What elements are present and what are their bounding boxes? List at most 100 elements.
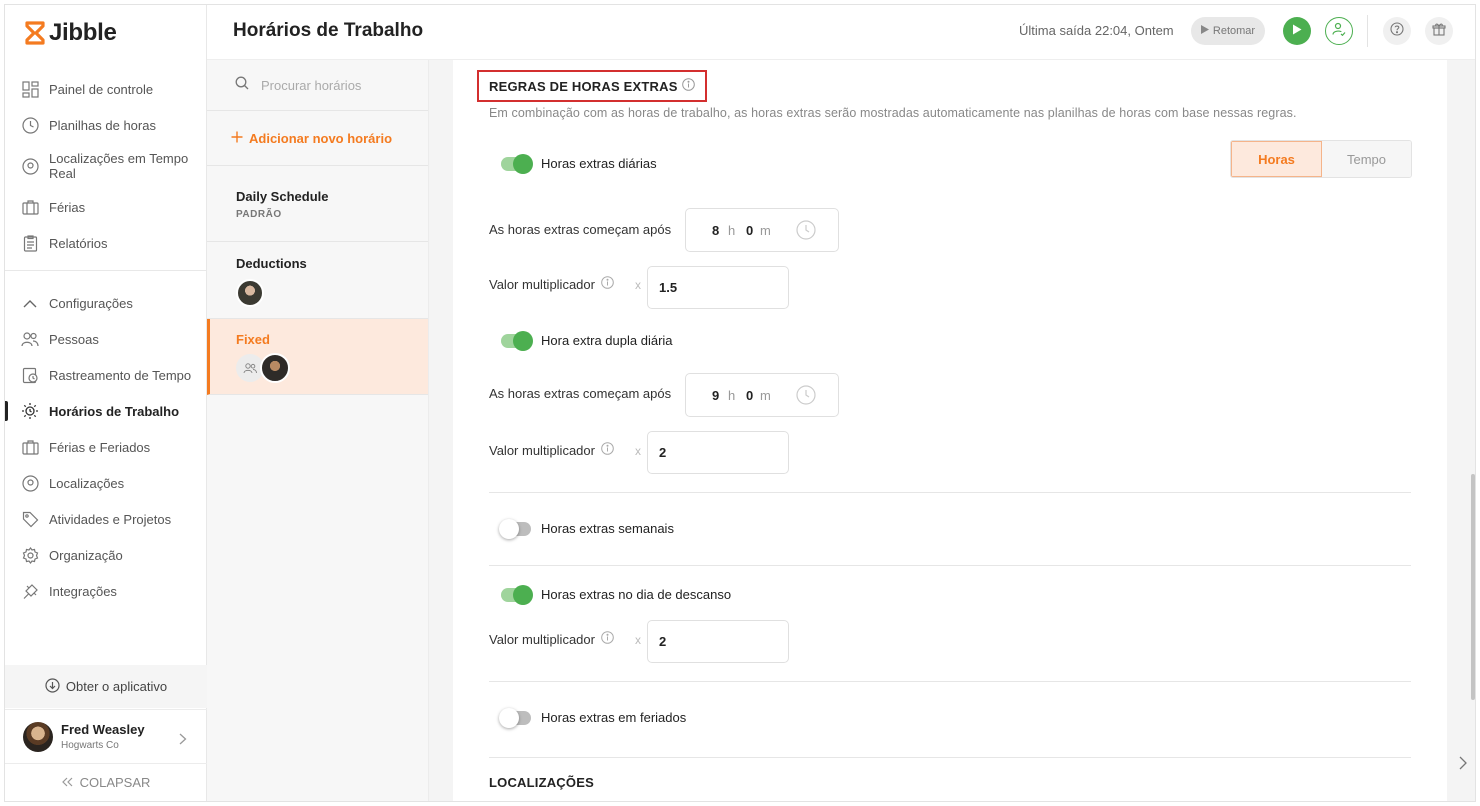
download-icon xyxy=(45,677,60,696)
section-divider xyxy=(489,492,1411,493)
search-input[interactable] xyxy=(261,77,411,93)
rest-day-overtime-row: Horas extras no dia de descanso xyxy=(501,584,731,605)
top-header: Horários de Trabalho Última saída 22:04,… xyxy=(207,5,1475,60)
page-title: Horários de Trabalho xyxy=(233,20,424,41)
daily-multiplier-input[interactable]: 1.5 xyxy=(647,266,789,309)
double-starts-after-input[interactable]: 9 h 0 m xyxy=(685,373,839,417)
unit-time-option[interactable]: Tempo xyxy=(1322,141,1411,177)
kiosk-button[interactable] xyxy=(1325,17,1353,45)
tag-icon xyxy=(21,510,39,528)
avatar xyxy=(23,721,53,752)
avatar xyxy=(236,279,264,307)
daily-starts-after-input[interactable]: 8 h 0 m xyxy=(685,208,839,252)
rest-day-multiplier-label: Valor multiplicador xyxy=(489,631,614,647)
main-nav: Painel de controle Planilhas de horas Lo… xyxy=(5,71,207,261)
user-profile[interactable]: Fred Weasley Hogwarts Co xyxy=(5,709,207,763)
work-schedule-icon xyxy=(21,402,39,420)
person-check-icon xyxy=(1332,22,1346,41)
schedule-item-daily[interactable]: Daily Schedule PADRÃO xyxy=(207,166,428,242)
updates-button[interactable] xyxy=(1425,17,1453,45)
times-sign: x xyxy=(635,278,641,292)
header-separator xyxy=(1367,15,1368,47)
clipboard-icon xyxy=(21,234,39,252)
play-small-icon xyxy=(1200,25,1209,37)
clock-in-button[interactable] xyxy=(1283,17,1311,45)
location-pin-icon xyxy=(21,157,39,175)
holiday-overtime-row: Horas extras em feriados xyxy=(499,707,686,728)
sidebar-item-locations[interactable]: Localizações xyxy=(5,465,207,501)
sidebar-item-dashboard[interactable]: Painel de controle xyxy=(5,71,207,107)
collapse-button[interactable]: COLAPSAR xyxy=(5,763,207,801)
section-divider xyxy=(489,565,1411,566)
sidebar-item-leave-holidays[interactable]: Férias e Feriados xyxy=(5,429,207,465)
sidebar-item-settings[interactable]: Configurações xyxy=(5,285,207,321)
logo-hourglass-icon xyxy=(25,21,45,45)
times-sign: x xyxy=(635,444,641,458)
location-pin-icon xyxy=(21,474,39,492)
unit-switch: Horas Tempo xyxy=(1230,140,1412,178)
clock-icon xyxy=(21,116,39,134)
plus-icon xyxy=(231,131,243,146)
sidebar-item-organization[interactable]: Organização xyxy=(5,537,207,573)
get-app-button[interactable]: Obter o aplicativo xyxy=(5,665,207,708)
help-button[interactable] xyxy=(1383,17,1411,45)
double-starts-after-label: As horas extras começam após xyxy=(489,386,672,401)
sidebar: Jibble Painel de controle Planilhas de h… xyxy=(5,5,207,801)
weekly-overtime-toggle[interactable] xyxy=(499,518,531,539)
info-icon[interactable] xyxy=(681,78,695,94)
locations-heading: LOCALIZAÇÕES xyxy=(489,775,594,790)
sidebar-item-leave[interactable]: Férias xyxy=(5,189,207,225)
sidebar-item-timesheets[interactable]: Planilhas de horas xyxy=(5,107,207,143)
last-clock-out: Última saída 22:04, Ontem xyxy=(1019,23,1174,38)
time-tracking-icon xyxy=(21,366,39,384)
schedule-item-deductions[interactable]: Deductions xyxy=(207,242,428,319)
overtime-description: Em combinação com as horas de trabalho, … xyxy=(489,106,1297,120)
app-window: Jibble Painel de controle Planilhas de h… xyxy=(4,4,1476,802)
holiday-overtime-toggle[interactable] xyxy=(499,707,531,728)
question-icon xyxy=(1390,21,1404,41)
sidebar-item-live-locations[interactable]: Localizações em Tempo Real xyxy=(5,143,207,189)
rest-day-multiplier-input[interactable]: 2 xyxy=(647,620,789,663)
main-content: REGRAS DE HORAS EXTRAS Em combinação com… xyxy=(429,60,1475,801)
rest-day-overtime-toggle[interactable] xyxy=(501,584,533,605)
daily-starts-after-label: As horas extras começam após xyxy=(489,222,672,237)
daily-overtime-toggle[interactable] xyxy=(501,153,533,174)
sidebar-item-time-tracking[interactable]: Rastreamento de Tempo xyxy=(5,357,207,393)
chevron-up-icon xyxy=(21,294,39,312)
daily-multiplier-label: Valor multiplicador xyxy=(489,276,614,292)
sidebar-item-work-schedules[interactable]: Horários de Trabalho xyxy=(5,393,207,429)
schedule-settings-card: REGRAS DE HORAS EXTRAS Em combinação com… xyxy=(453,60,1447,801)
chevron-right-icon[interactable] xyxy=(1459,756,1467,775)
info-icon[interactable] xyxy=(601,442,614,458)
schedules-panel: Adicionar novo horário Daily Schedule PA… xyxy=(207,60,429,801)
suitcase-icon xyxy=(21,438,39,456)
scrollbar[interactable] xyxy=(1471,474,1475,700)
times-sign: x xyxy=(635,633,641,647)
schedule-item-fixed[interactable]: Fixed xyxy=(207,319,428,395)
info-icon[interactable] xyxy=(601,276,614,292)
sidebar-item-activities-projects[interactable]: Atividades e Projetos xyxy=(5,501,207,537)
schedule-search xyxy=(207,60,428,111)
sidebar-item-reports[interactable]: Relatórios xyxy=(5,225,207,261)
sidebar-item-people[interactable]: Pessoas xyxy=(5,321,207,357)
clock-icon xyxy=(796,385,816,410)
gear-icon xyxy=(21,546,39,564)
logo-text: Jibble xyxy=(49,19,117,46)
settings-nav: Configurações Pessoas Rastreamento de Te… xyxy=(5,285,207,609)
daily-double-row: Hora extra dupla diária xyxy=(501,330,673,351)
daily-double-toggle[interactable] xyxy=(501,330,533,351)
double-multiplier-input[interactable]: 2 xyxy=(647,431,789,474)
play-icon xyxy=(1292,22,1302,40)
people-icon xyxy=(21,330,39,348)
plug-icon xyxy=(21,582,39,600)
unit-hours-option[interactable]: Horas xyxy=(1231,141,1322,177)
add-schedule-button[interactable]: Adicionar novo horário xyxy=(207,111,428,166)
info-icon[interactable] xyxy=(601,631,614,647)
resume-button[interactable]: Retomar xyxy=(1191,17,1265,45)
section-divider xyxy=(489,681,1411,682)
sidebar-item-integrations[interactable]: Integrações xyxy=(5,573,207,609)
search-icon xyxy=(235,76,249,95)
user-name: Fred Weasley xyxy=(61,722,145,737)
jibble-logo[interactable]: Jibble xyxy=(25,19,117,47)
avatar xyxy=(260,353,290,383)
